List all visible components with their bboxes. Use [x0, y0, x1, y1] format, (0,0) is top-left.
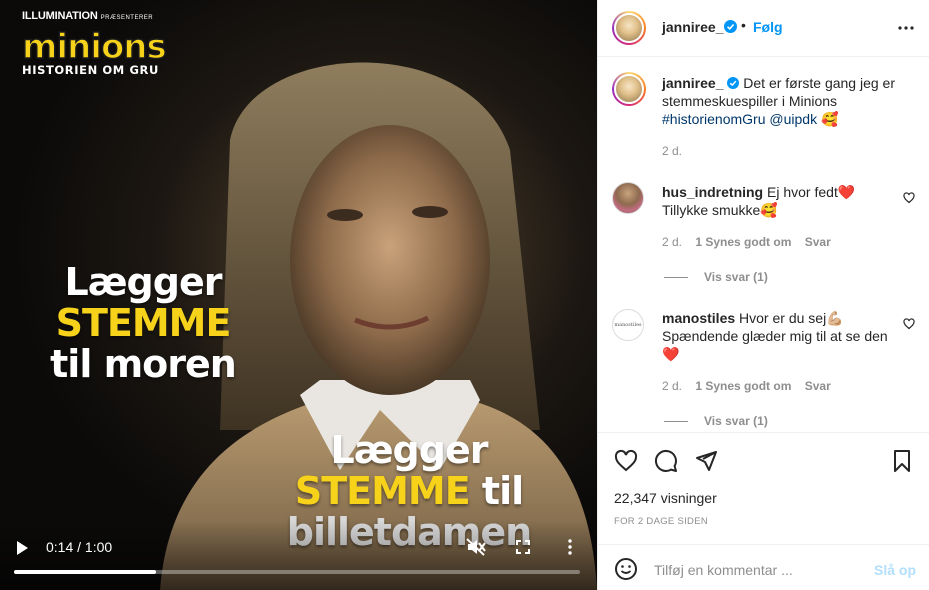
separator-dot: •	[741, 17, 746, 33]
comment-1-text-2: Tillykke smukke	[662, 202, 761, 218]
comment-composer: Tilføj en kommentar ... Slå op	[598, 544, 929, 590]
caption-mention[interactable]: @uipdk	[769, 111, 817, 127]
avatar-wordmark: manostiles	[614, 322, 642, 328]
comment-1-meta: 2 d. 1 Synes godt om Svar	[662, 235, 831, 249]
author-avatar[interactable]	[612, 72, 646, 106]
comment-2-username[interactable]: manostiles	[662, 310, 735, 326]
caption-hashtag[interactable]: #historienomGru	[662, 111, 766, 127]
share-icon[interactable]	[694, 449, 718, 473]
comments-list[interactable]: janniree_ Det er første gang jeg er stem…	[598, 57, 929, 432]
author-username[interactable]: janniree_	[662, 19, 723, 35]
caption-username[interactable]: janniree_	[662, 75, 723, 91]
video-time: 0:14 / 1:00	[46, 539, 113, 555]
fullscreen-icon[interactable]	[516, 540, 530, 554]
comment-1-view-replies[interactable]: Vis svar (1)	[664, 270, 768, 284]
comment-2-likes[interactable]: 1 Synes godt om	[695, 379, 791, 393]
brand-studio: ILLUMINATION PRÆSENTERER	[22, 10, 154, 22]
comment-1: hus_indretning Ej hvor fedt❤️ Tillykke s…	[662, 183, 897, 219]
post-caption: janniree_ Det er første gang jeg er stem…	[662, 74, 917, 128]
comment-input[interactable]: Tilføj en kommentar ...	[654, 562, 793, 578]
commenter-avatar[interactable]: manostiles	[612, 309, 644, 341]
video-player[interactable]: ILLUMINATION PRÆSENTERER minions HISTORIE…	[0, 0, 597, 590]
movie-brand: ILLUMINATION PRÆSENTERER minions HISTORIE…	[21, 10, 167, 77]
post-age[interactable]: 2 d.	[662, 144, 682, 158]
caption-emoji: 🥰	[820, 111, 839, 127]
mute-icon[interactable]	[466, 538, 486, 556]
commenter-avatar[interactable]	[612, 182, 644, 214]
emoji-icon[interactable]	[614, 557, 638, 581]
minions-logo: minions	[21, 27, 167, 67]
comment-1-emoji-1: ❤️	[837, 184, 856, 200]
comment-1-username[interactable]: hus_indretning	[662, 184, 763, 200]
comment-2-emoji-1: 💪🏼	[826, 310, 844, 326]
caption-1-line-1: Lægger	[64, 260, 223, 304]
more-options-icon[interactable]	[898, 20, 914, 36]
comment-2-reply-button[interactable]: Svar	[805, 379, 831, 393]
video-progress-fill	[14, 570, 156, 574]
caption-1-line-3: til moren	[50, 342, 237, 386]
follow-button[interactable]: Følg	[753, 19, 783, 35]
comment-2-view-replies[interactable]: Vis svar (1)	[664, 414, 768, 428]
view-count[interactable]: 22,347 visninger	[614, 490, 717, 506]
comment-2: manostiles Hvor er du sej💪🏼 Spændende gl…	[662, 309, 897, 363]
post-header: janniree_ • Følg	[598, 0, 929, 57]
video-progress-bar[interactable]	[14, 570, 580, 574]
brand-subtitle: HISTORIEN OM GRU	[22, 63, 159, 77]
post-date[interactable]: FOR 2 DAGE SIDEN	[614, 516, 708, 527]
caption-2-line-1: Lægger	[330, 428, 489, 472]
comment-1-text-1: Ej hvor fedt	[767, 184, 838, 200]
comment-2-text-1: Hvor er du sej	[739, 310, 827, 326]
comment-1-likes[interactable]: 1 Synes godt om	[695, 235, 791, 249]
post-sidebar: janniree_ • Følg janniree_ Det er første…	[597, 0, 929, 590]
caption-1: Lægger STEMME til moren	[30, 262, 256, 385]
like-icon[interactable]	[614, 449, 638, 473]
more-options-icon[interactable]	[566, 539, 574, 555]
caption-1-line-2: STEMME	[55, 301, 232, 345]
comment-icon[interactable]	[654, 449, 678, 473]
save-icon[interactable]	[890, 449, 914, 473]
comment-1-emoji-2: 🥰	[760, 202, 778, 218]
verified-icon	[724, 20, 737, 33]
comment-2-meta: 2 d. 1 Synes godt om Svar	[662, 379, 831, 393]
like-comment-icon[interactable]	[903, 192, 915, 204]
caption-text-2: stemmeskuespiller i Minions	[662, 93, 838, 109]
author-avatar[interactable]	[612, 11, 646, 45]
comment-1-reply-button[interactable]: Svar	[805, 235, 831, 249]
comment-2-emoji-2: ❤️	[662, 346, 680, 362]
video-controls	[0, 520, 597, 590]
comment-2-text-2: Spændende glæder mig til at se den	[662, 328, 888, 344]
post-dialog: ILLUMINATION PRÆSENTERER minions HISTORIE…	[0, 0, 929, 590]
caption-text-1: Det er første gang jeg er	[743, 75, 896, 91]
play-icon[interactable]	[14, 540, 30, 556]
post-comment-button[interactable]: Slå op	[874, 562, 916, 578]
caption-2-line-2: STEMME til	[294, 469, 524, 513]
verified-icon	[727, 77, 740, 89]
post-actions: 22,347 visninger FOR 2 DAGE SIDEN	[598, 432, 929, 544]
comment-2-age[interactable]: 2 d.	[662, 379, 682, 393]
comment-1-age[interactable]: 2 d.	[662, 235, 682, 249]
like-comment-icon[interactable]	[903, 318, 915, 330]
